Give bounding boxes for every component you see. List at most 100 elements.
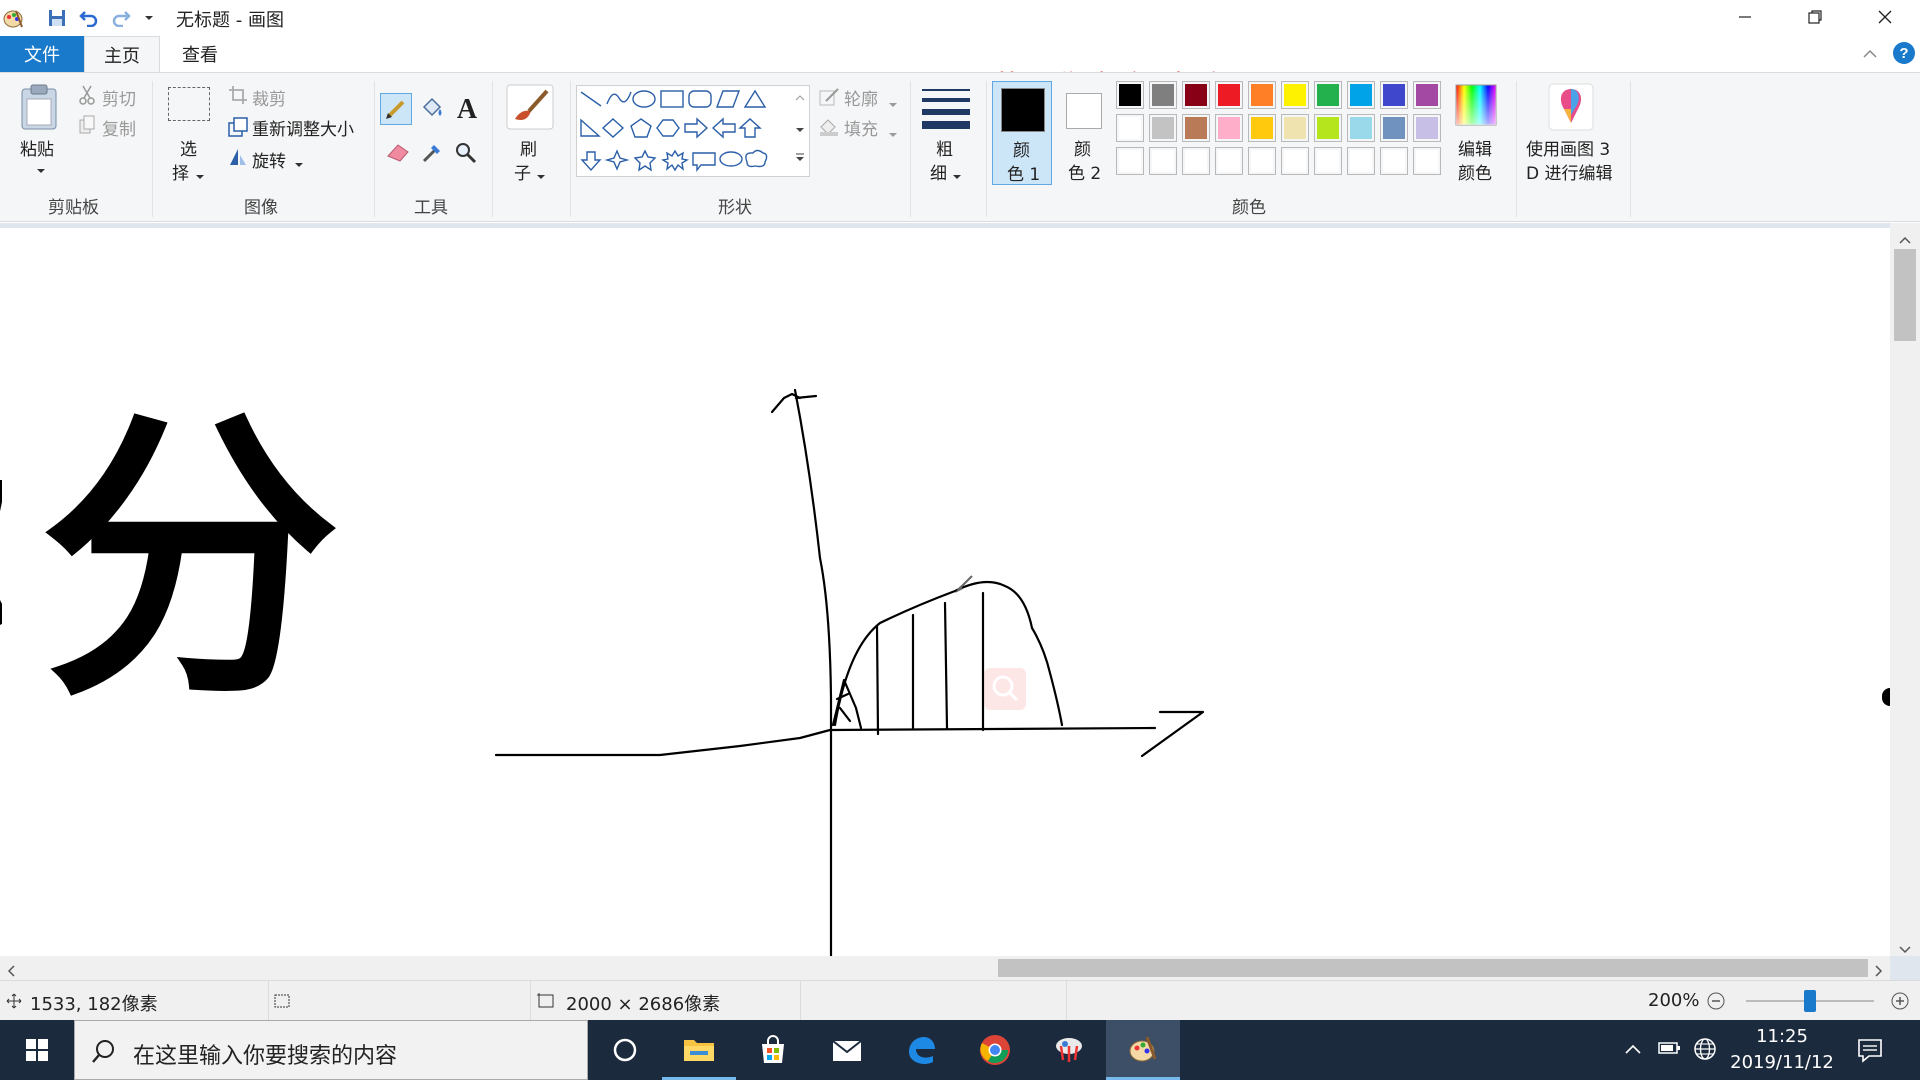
copy-button[interactable]: 复制 [102,115,136,140]
palette-swatch[interactable] [1116,147,1144,175]
palette-swatch[interactable] [1413,81,1441,109]
fill-dropdown-icon[interactable] [888,123,898,144]
select-dropdown-icon[interactable] [195,165,205,186]
close-button[interactable] [1850,0,1920,34]
palette-swatch[interactable] [1182,147,1210,175]
palette-swatch[interactable] [1380,147,1408,175]
paint3d-label-1[interactable]: 使用画图 3 [1526,135,1610,160]
outline-icon[interactable] [818,87,840,112]
palette-swatch[interactable] [1413,147,1441,175]
outline-dropdown-icon[interactable] [888,93,898,114]
paste-button[interactable] [18,83,60,136]
palette-swatch[interactable] [1347,147,1375,175]
show-hidden-icons-icon[interactable] [1624,1040,1642,1061]
palette-swatch[interactable] [1413,114,1441,142]
cortana-button[interactable] [588,1020,662,1080]
scroll-down-icon[interactable] [1898,939,1912,960]
palette-swatch[interactable] [1281,114,1309,142]
battery-icon[interactable] [1656,1038,1682,1063]
palette-swatch[interactable] [1149,114,1177,142]
edit-colors-label-1[interactable]: 编辑 [1458,135,1492,160]
copy-icon[interactable] [78,115,96,140]
color1-button[interactable]: 颜 色 1 [992,81,1052,185]
palette-swatch[interactable] [1116,114,1144,142]
save-icon[interactable] [44,6,70,30]
collapse-ribbon-icon[interactable] [1860,44,1880,69]
palette-swatch[interactable] [1347,114,1375,142]
palette-swatch[interactable] [1182,114,1210,142]
screen-recorder-app[interactable] [1032,1020,1106,1080]
language-globe-icon[interactable] [1692,1036,1718,1067]
palette-swatch[interactable] [1281,147,1309,175]
eraser-tool-icon[interactable] [384,139,412,170]
size-label-2[interactable]: 细 [930,159,947,184]
palette-swatch[interactable] [1314,147,1342,175]
mail-app[interactable] [810,1020,884,1080]
palette-swatch[interactable] [1149,147,1177,175]
paint3d-icon[interactable] [1548,83,1594,136]
palette-swatch[interactable] [1248,147,1276,175]
select-icon[interactable] [168,87,210,121]
palette-swatch[interactable] [1215,114,1243,142]
help-icon[interactable]: ? [1892,41,1916,70]
edit-colors-label-2[interactable]: 颜色 [1458,159,1492,184]
magnifier-tool-icon[interactable] [452,139,480,172]
palette-swatch[interactable] [1149,81,1177,109]
paint-app[interactable] [1106,1020,1180,1080]
palette-swatch[interactable] [1215,81,1243,109]
palette-swatch[interactable] [1314,114,1342,142]
vertical-scrollbar[interactable] [1890,223,1920,956]
palette-swatch[interactable] [1248,114,1276,142]
shapes-expand-icon[interactable] [794,149,806,170]
fill-tool-icon[interactable] [418,95,446,128]
rotate-icon[interactable] [228,147,248,172]
size-dropdown-icon[interactable] [952,165,962,186]
shapes-scroll-up-icon[interactable] [794,87,806,108]
palette-swatch[interactable] [1248,81,1276,109]
redo-icon[interactable] [108,6,134,30]
cut-icon[interactable] [78,85,96,110]
vertical-scroll-thumb[interactable] [1894,249,1916,341]
outline-button[interactable]: 轮廓 [844,85,878,110]
brushes-label-2[interactable]: 子 [514,159,531,184]
canvas-resize-handle[interactable] [1882,688,1890,706]
zoom-out-button[interactable] [1706,991,1726,1016]
color2-button[interactable]: 颜 色 2 [1056,81,1112,185]
taskbar-search-box[interactable]: 在这里输入你要搜索的内容 [74,1020,588,1080]
scroll-up-icon[interactable] [1898,229,1912,250]
palette-swatch[interactable] [1380,114,1408,142]
text-tool-icon[interactable]: A [452,93,482,128]
clock-time[interactable]: 11:25 [1728,1026,1836,1047]
palette-swatch[interactable] [1182,81,1210,109]
fill-button[interactable]: 填充 [844,115,878,140]
zoom-slider-thumb[interactable] [1804,990,1816,1012]
edit-colors-icon[interactable] [1454,83,1498,132]
paste-dropdown-icon[interactable] [36,159,46,180]
crop-button[interactable]: 裁剪 [252,85,286,110]
brushes-icon[interactable] [505,83,555,136]
fill-icon[interactable] [818,117,840,142]
select-label-2[interactable]: 择 [172,159,189,184]
file-explorer-app[interactable] [662,1020,736,1080]
palette-swatch[interactable] [1215,147,1243,175]
undo-icon[interactable] [76,6,102,30]
size-icon[interactable] [920,85,972,134]
resize-button[interactable]: 重新调整大小 [252,115,354,140]
palette-swatch[interactable] [1116,81,1144,109]
start-button[interactable] [0,1020,74,1080]
tab-home[interactable]: 主页 [84,36,160,72]
clock-date[interactable]: 2019/11/12 [1728,1052,1836,1073]
horizontal-scrollbar[interactable] [0,956,1890,980]
tab-file[interactable]: 文件 [0,36,84,72]
brushes-dropdown-icon[interactable] [536,165,546,186]
restore-button[interactable] [1780,0,1850,34]
resize-icon[interactable] [228,117,248,142]
palette-swatch[interactable] [1314,81,1342,109]
action-center-icon[interactable] [1856,1036,1884,1069]
color-picker-tool-icon[interactable] [418,139,446,172]
palette-swatch[interactable] [1380,81,1408,109]
shapes-gallery[interactable] [576,85,810,177]
pencil-tool[interactable] [380,93,412,125]
tab-view[interactable]: 查看 [162,36,238,72]
palette-swatch[interactable] [1347,81,1375,109]
